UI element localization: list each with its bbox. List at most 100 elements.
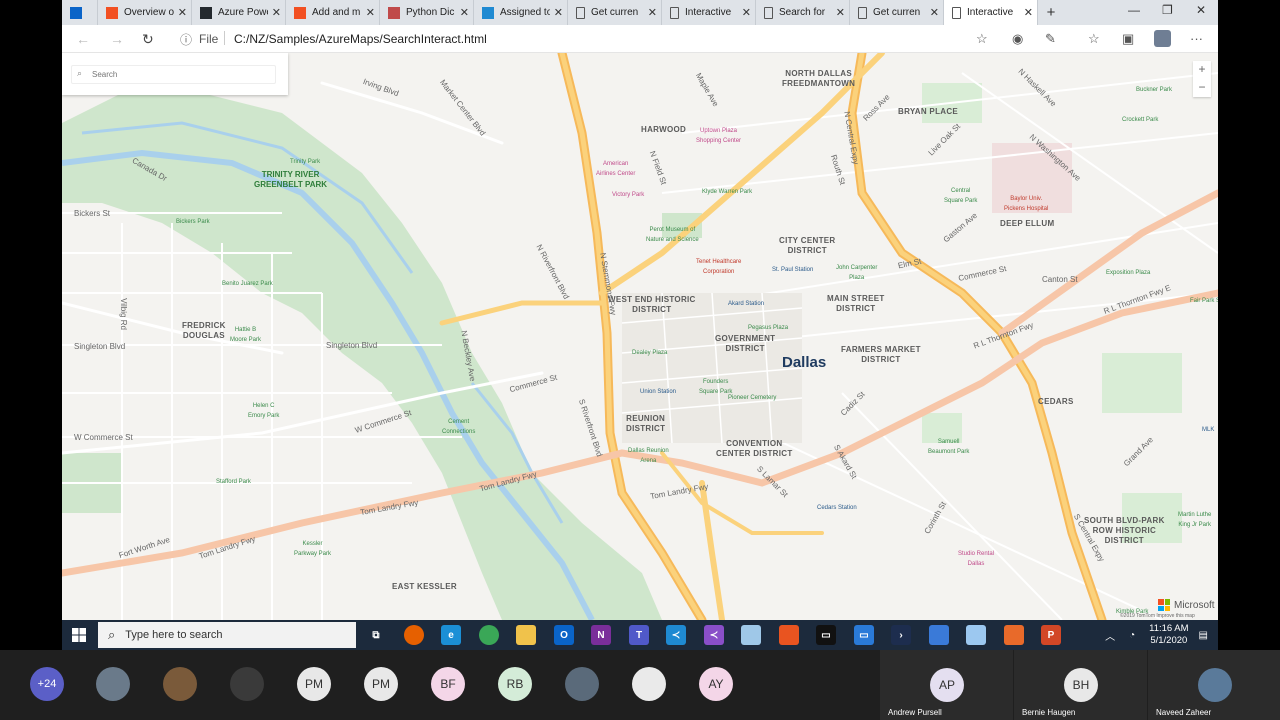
favorite-star-icon[interactable]: ☆: [976, 31, 988, 47]
visual-studio-icon[interactable]: ≺: [704, 625, 724, 645]
info-icon[interactable]: ⓘ: [180, 31, 192, 48]
back-icon[interactable]: ←: [76, 31, 90, 47]
wifi-icon[interactable]: ◔: [1129, 630, 1135, 641]
participant-tile[interactable]: BH Bernie Haugen: [1014, 650, 1147, 720]
poi-martin-luther-king[interactable]: Martin Luthe King Jr Park: [1178, 510, 1211, 530]
powershell-icon[interactable]: ›: [891, 625, 911, 645]
extension-icon[interactable]: ◉: [1012, 31, 1023, 47]
collections-icon[interactable]: ▣: [1122, 31, 1134, 47]
close-tab-icon[interactable]: ✕: [554, 6, 563, 19]
chevron-up-icon[interactable]: ︿: [1105, 628, 1115, 643]
close-tab-icon[interactable]: ✕: [1024, 6, 1033, 19]
close-tab-icon[interactable]: ✕: [178, 6, 187, 19]
participant-tile[interactable]: AP Andrew Pursell: [880, 650, 1013, 720]
browser-tab[interactable]: Interactive ✕: [944, 0, 1038, 25]
ubuntu-icon[interactable]: [779, 625, 799, 645]
poi-tenet-healthcare[interactable]: Tenet Healthcare Corporation: [696, 257, 741, 277]
vscode-icon[interactable]: ≺: [666, 625, 686, 645]
new-tab-button[interactable]: +: [1038, 0, 1064, 25]
close-tab-icon[interactable]: ✕: [460, 6, 469, 19]
poi-crockett-park[interactable]: Crockett Park: [1122, 115, 1158, 125]
poi-exposition-plaza[interactable]: Exposition Plaza: [1106, 268, 1150, 278]
close-window-icon[interactable]: ✕: [1196, 3, 1206, 17]
poi-benito-juarez[interactable]: Benito Juarez Park: [222, 279, 273, 289]
poi-klyde-warren[interactable]: Klyde Warren Park: [702, 187, 752, 197]
poi-john-carpenter[interactable]: John Carpenter Plaza: [836, 263, 877, 283]
poi-bickers-park[interactable]: Bickers Park: [176, 217, 210, 227]
browser-tab[interactable]: Add and m ✕: [286, 0, 380, 25]
app-icon[interactable]: [741, 625, 761, 645]
browser-tab[interactable]: [62, 0, 98, 25]
favorites-icon[interactable]: ☆: [1088, 31, 1100, 47]
browser-tab[interactable]: Python Dic ✕: [380, 0, 474, 25]
poi-akard-station[interactable]: Akard Station: [728, 299, 764, 309]
outlook-icon[interactable]: O: [554, 625, 574, 645]
close-tab-icon[interactable]: ✕: [272, 6, 281, 19]
close-tab-icon[interactable]: ✕: [648, 6, 657, 19]
clock[interactable]: 11:16 AM 5/1/2020: [1149, 623, 1188, 647]
url-field[interactable]: C:/NZ/Samples/AzureMaps/SearchInteract.h…: [234, 32, 487, 46]
poi-studio-rental[interactable]: Studio Rental Dallas: [958, 549, 994, 569]
paint-icon[interactable]: [1004, 625, 1024, 645]
poi-kessler-parkway[interactable]: Kessler Parkway Park: [294, 539, 331, 559]
firefox-icon[interactable]: [404, 625, 424, 645]
powerpoint-icon[interactable]: P: [1041, 625, 1061, 645]
file-explorer-icon[interactable]: [516, 625, 536, 645]
browser-tab[interactable]: Get curren ✕: [568, 0, 662, 25]
poi-hattie-moore[interactable]: Hattie B Moore Park: [230, 325, 261, 345]
close-tab-icon[interactable]: ✕: [366, 6, 375, 19]
participant-avatar[interactable]: PM: [364, 667, 398, 701]
participant-avatar[interactable]: PM: [297, 667, 331, 701]
feather-icon[interactable]: [966, 625, 986, 645]
participant-avatar[interactable]: AY: [699, 667, 733, 701]
search-input[interactable]: [71, 65, 276, 84]
browser-tab[interactable]: Interactive ✕: [662, 0, 756, 25]
close-tab-icon[interactable]: ✕: [742, 6, 751, 19]
onenote-icon[interactable]: N: [591, 625, 611, 645]
participant-avatar[interactable]: [565, 667, 599, 701]
poi-helen-emory[interactable]: Helen C Emory Park: [248, 401, 279, 421]
start-button[interactable]: [62, 620, 96, 650]
poi-american-airlines-center[interactable]: American Airlines Center: [596, 159, 635, 179]
participant-avatar[interactable]: [632, 667, 666, 701]
zoom-in-button[interactable]: +: [1193, 61, 1211, 79]
participant-avatar[interactable]: [163, 667, 197, 701]
zoom-out-button[interactable]: −: [1193, 79, 1211, 97]
map-copyright[interactable]: ©2019 TomTom Improve this map: [1120, 613, 1195, 619]
window-icon[interactable]: ▭: [854, 625, 874, 645]
more-participants-button[interactable]: +24: [30, 667, 64, 701]
maximize-icon[interactable]: ❐: [1162, 3, 1173, 17]
browser-tab[interactable]: Get curren ✕: [850, 0, 944, 25]
poi-cement-connections[interactable]: Cement Connections: [442, 417, 475, 437]
refresh-icon[interactable]: ↻: [142, 31, 154, 48]
poi-uptown-plaza[interactable]: Uptown Plaza Shopping Center: [696, 126, 741, 146]
edge-icon[interactable]: e: [441, 625, 461, 645]
poi-union-station[interactable]: Union Station: [640, 387, 676, 397]
poi-pegasus-plaza[interactable]: Pegasus Plaza: [748, 323, 788, 333]
poi-buckner-park[interactable]: Buckner Park: [1136, 85, 1172, 95]
browser-tab[interactable]: Overview o ✕: [98, 0, 192, 25]
pen-icon[interactable]: ✎: [1045, 31, 1056, 47]
map-canvas[interactable]: NORTH DALLAS FREEDMANTOWN BRYAN PLACE HAR…: [62, 53, 1218, 620]
poi-dealey-plaza[interactable]: Dealey Plaza: [632, 348, 667, 358]
poi-fair-park[interactable]: Fair Park Sta: [1190, 296, 1218, 306]
poi-victory-park[interactable]: Victory Park: [612, 190, 644, 200]
network-icon[interactable]: [929, 625, 949, 645]
more-menu-icon[interactable]: ···: [1190, 31, 1203, 46]
taskbar-search[interactable]: ⌕ Type here to search: [98, 622, 356, 648]
poi-reunion-arena[interactable]: Dallas Reunion Arena: [628, 446, 669, 466]
participant-avatar[interactable]: [230, 667, 264, 701]
poi-perot-museum[interactable]: Perot Museum of Nature and Science: [646, 225, 699, 245]
participant-avatar[interactable]: RB: [498, 667, 532, 701]
close-tab-icon[interactable]: ✕: [836, 6, 845, 19]
minimize-icon[interactable]: —: [1128, 3, 1140, 17]
forward-icon[interactable]: →: [110, 31, 124, 47]
chrome-icon[interactable]: [479, 625, 499, 645]
terminal-icon[interactable]: ▭: [816, 625, 836, 645]
teams-icon[interactable]: T: [629, 625, 649, 645]
poi-trinity-park[interactable]: Trinity Park: [290, 157, 320, 167]
participant-avatar[interactable]: [96, 667, 130, 701]
task-view-icon[interactable]: ⧉: [366, 625, 386, 645]
poi-baylor-hospital[interactable]: Baylor Univ. Pickens Hospital: [1004, 194, 1048, 214]
poi-pioneer-cemetery[interactable]: Pioneer Cemetery: [728, 393, 776, 403]
